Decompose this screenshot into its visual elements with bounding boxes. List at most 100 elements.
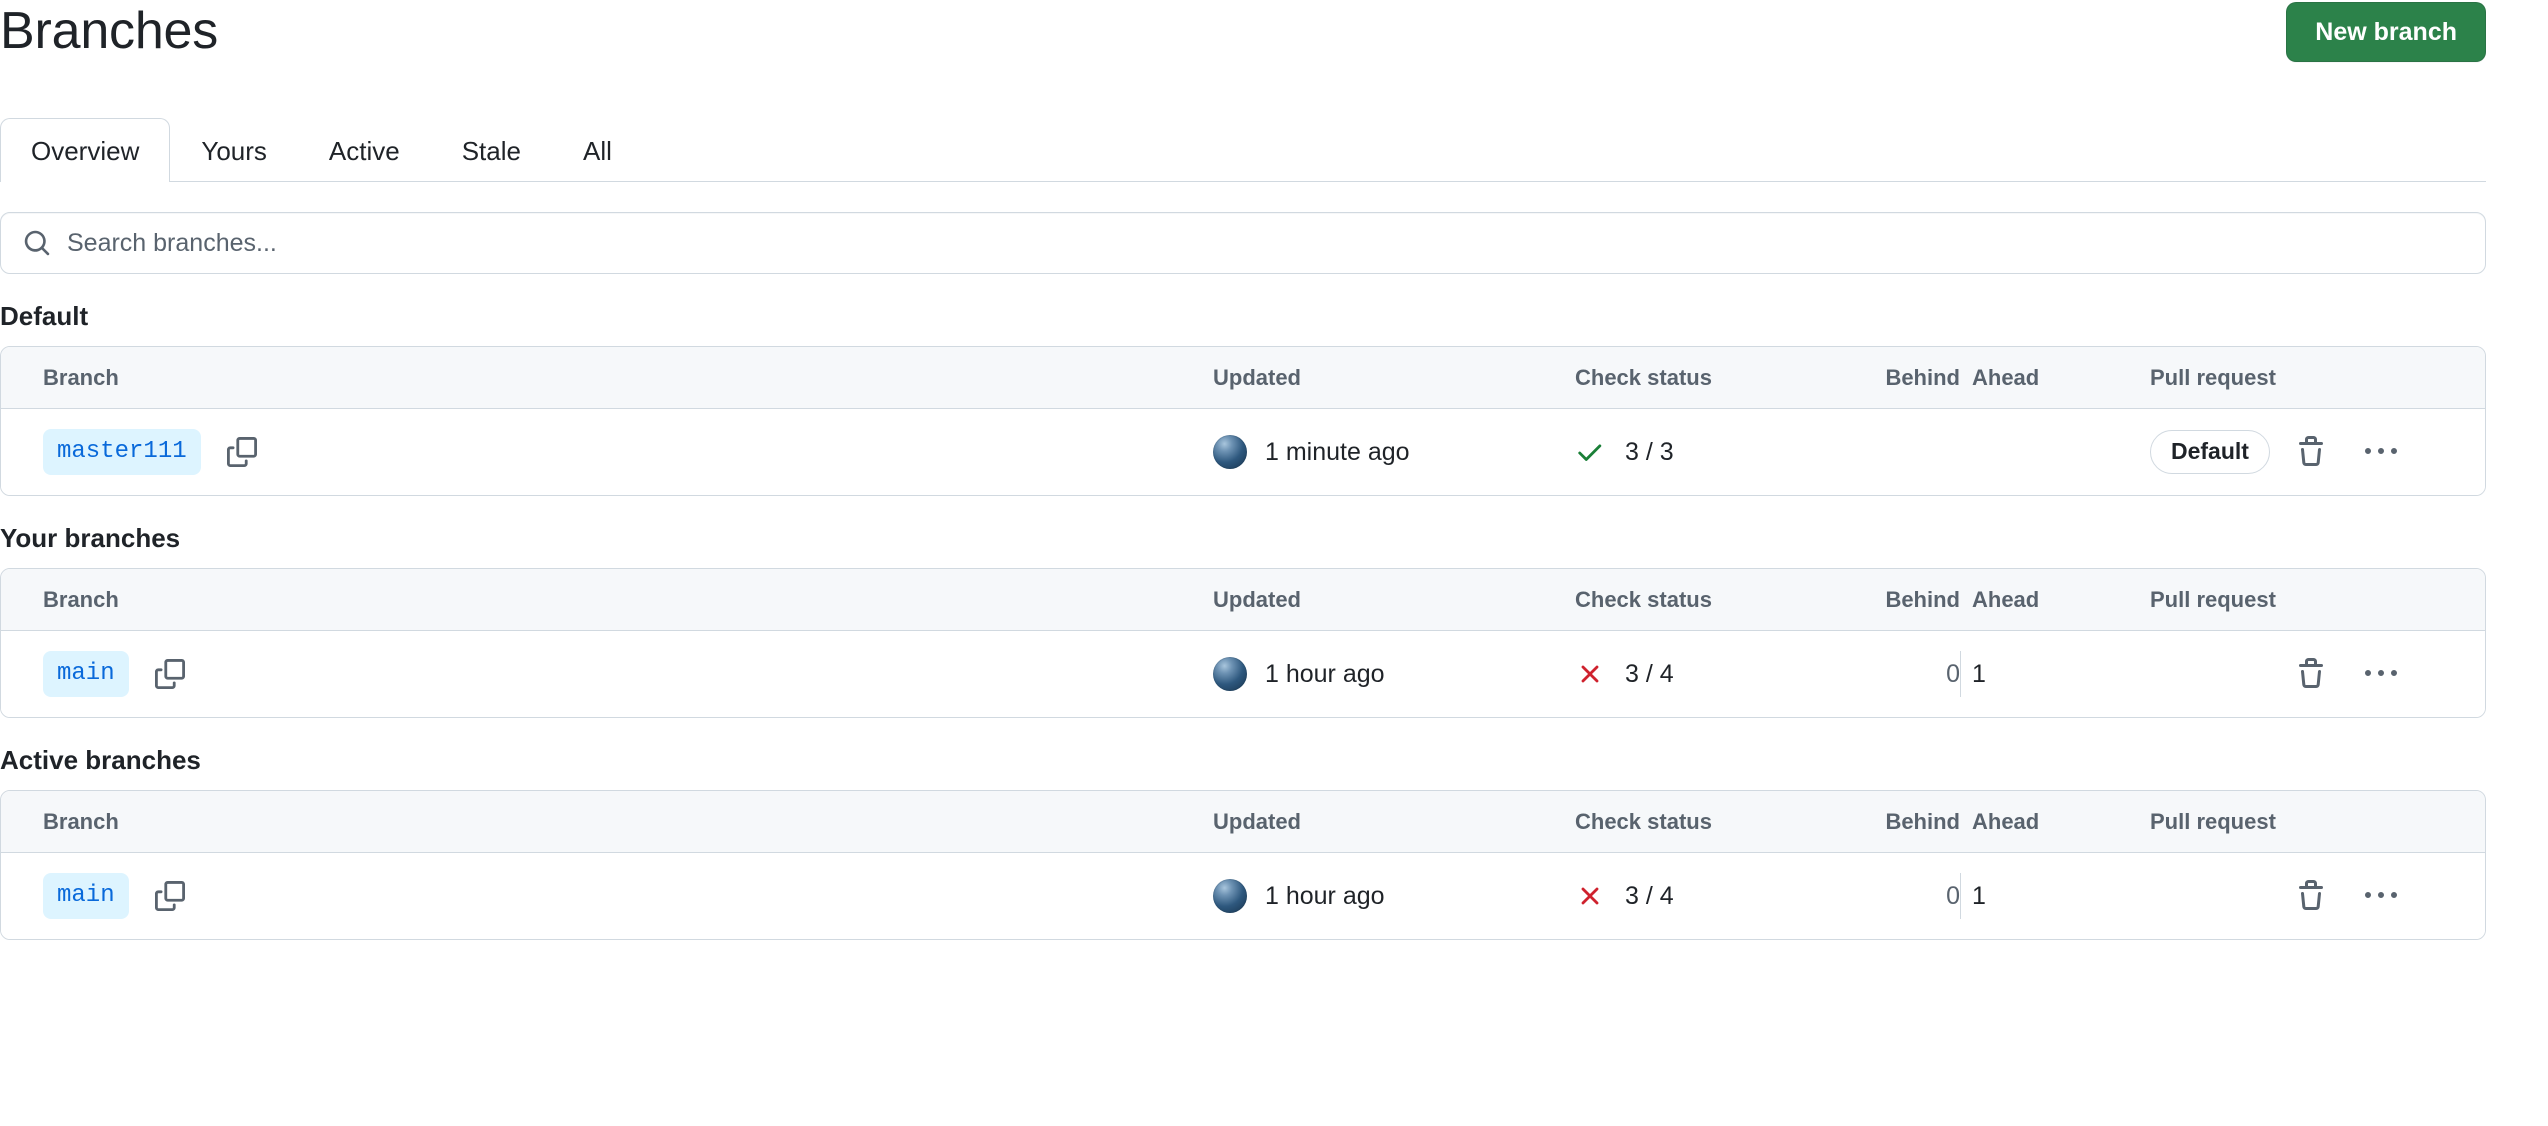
table-header-row: Branch Updated Check status Behind Ahead… (1, 569, 2485, 631)
behind-count: 0 (1946, 881, 1960, 910)
tab-label: All (582, 135, 612, 166)
section-title: Default (0, 301, 89, 331)
ahead-cell[interactable]: 1 (1960, 660, 2150, 689)
branch-cell: master111 (1, 429, 1213, 475)
tab-all[interactable]: All (552, 118, 643, 182)
trash-icon (2299, 436, 2323, 466)
column-header-pull-request: Pull request (2150, 364, 2276, 390)
column-header-updated: Updated (1213, 808, 1301, 834)
check-status-cell[interactable]: 3 / 4 (1575, 881, 1860, 911)
delete-branch-button[interactable] (2295, 436, 2327, 468)
column-header-branch: Branch (43, 808, 119, 834)
branches-table: Branch Updated Check status Behind Ahead… (0, 346, 2486, 496)
section-title: Your branches (0, 523, 181, 553)
branches-table: Branch Updated Check status Behind Ahead… (0, 790, 2486, 940)
column-header-branch: Branch (43, 364, 119, 390)
column-header-check-status: Check status (1575, 808, 1712, 834)
column-header-branch: Branch (43, 586, 119, 612)
behind-count: 0 (1946, 659, 1960, 688)
section-title: Active branches (0, 745, 201, 775)
column-header-pull-request: Pull request (2150, 808, 2276, 834)
column-header-pull-request: Pull request (2150, 586, 2276, 612)
column-header-ahead: Ahead (1960, 365, 2150, 391)
table-row: main 1 hour ago 3 / 4 0 1 (1, 853, 2485, 939)
tab-stale[interactable]: Stale (431, 118, 552, 182)
updated-time: 1 hour ago (1265, 881, 1385, 910)
tab-label: Overview (31, 135, 140, 166)
column-header-behind: Behind (1885, 808, 1960, 834)
column-header-check-status: Check status (1575, 364, 1712, 390)
table-header-row: Branch Updated Check status Behind Ahead… (1, 347, 2485, 409)
updated-cell: 1 hour ago (1213, 657, 1575, 691)
copy-branch-name-button[interactable] (154, 881, 185, 911)
column-header-ahead: Ahead (1960, 587, 2150, 613)
trash-icon (2299, 658, 2323, 688)
branch-cell: main (1, 651, 1213, 697)
column-header-behind: Behind (1885, 364, 1960, 390)
row-actions (2295, 880, 2485, 912)
check-status-cell[interactable]: 3 / 3 (1575, 437, 1860, 467)
copy-icon (154, 659, 185, 689)
branches-page: Branches New branch Overview Yours Activ… (0, 0, 2548, 1126)
copy-branch-name-button[interactable] (226, 437, 257, 467)
column-header-behind: Behind (1885, 586, 1960, 612)
branches-table: Branch Updated Check status Behind Ahead… (0, 568, 2486, 718)
behind-cell[interactable]: 0 (1860, 660, 1960, 689)
copy-icon (226, 437, 257, 467)
updated-cell: 1 minute ago (1213, 435, 1575, 469)
branch-name-link[interactable]: main (43, 651, 129, 697)
check-count: 3 / 3 (1625, 437, 1674, 466)
tab-label: Yours (201, 135, 267, 166)
search-branches-field[interactable] (0, 212, 2486, 274)
avatar (1213, 657, 1247, 691)
table-row: master111 1 minute ago 3 / 3 Default (1, 409, 2485, 495)
tab-yours[interactable]: Yours (170, 118, 298, 182)
check-count: 3 / 4 (1625, 881, 1674, 910)
copy-icon (154, 881, 185, 911)
column-header-ahead: Ahead (1960, 809, 2150, 835)
row-actions (2295, 658, 2485, 690)
behind-cell[interactable]: 0 (1860, 882, 1960, 911)
pull-request-cell: Default (2150, 430, 2295, 474)
avatar (1213, 435, 1247, 469)
updated-cell: 1 hour ago (1213, 879, 1575, 913)
more-options-button[interactable] (2365, 436, 2397, 468)
table-row: main 1 hour ago 3 / 4 0 1 (1, 631, 2485, 717)
delete-branch-button[interactable] (2295, 880, 2327, 912)
column-header-updated: Updated (1213, 364, 1301, 390)
branch-cell: main (1, 873, 1213, 919)
section-default: Default Branch Updated Check status Behi… (0, 300, 2486, 496)
row-actions (2295, 436, 2485, 468)
tab-overview[interactable]: Overview (0, 118, 171, 183)
check-count: 3 / 4 (1625, 659, 1674, 688)
column-header-check-status: Check status (1575, 586, 1712, 612)
trash-icon (2299, 880, 2323, 910)
updated-time: 1 hour ago (1265, 659, 1385, 688)
ahead-cell[interactable]: 1 (1960, 882, 2150, 911)
kebab-menu-icon (2365, 448, 2397, 454)
delete-branch-button[interactable] (2295, 658, 2327, 690)
search-input[interactable] (67, 228, 2463, 258)
more-options-button[interactable] (2365, 658, 2397, 690)
check-status-cell[interactable]: 3 / 4 (1575, 659, 1860, 689)
tab-active[interactable]: Active (298, 118, 431, 182)
table-header-row: Branch Updated Check status Behind Ahead… (1, 791, 2485, 853)
avatar (1213, 879, 1247, 913)
branch-name-link[interactable]: main (43, 873, 129, 919)
copy-branch-name-button[interactable] (154, 659, 185, 689)
search-icon (23, 229, 51, 257)
column-header-updated: Updated (1213, 586, 1301, 612)
kebab-menu-icon (2365, 892, 2397, 898)
page-header: Branches New branch (0, 0, 2486, 66)
section-your-branches: Your branches Branch Updated Check statu… (0, 522, 2486, 718)
page-title: Branches (0, 2, 219, 60)
new-branch-button[interactable]: New branch (2286, 2, 2486, 62)
more-options-button[interactable] (2365, 880, 2397, 912)
updated-time: 1 minute ago (1265, 437, 1410, 466)
ahead-count: 1 (1972, 881, 1986, 910)
section-active-branches: Active branches Branch Updated Check sta… (0, 744, 2486, 940)
ahead-count: 1 (1972, 659, 1986, 688)
kebab-menu-icon (2365, 670, 2397, 676)
branch-name-link[interactable]: master111 (43, 429, 201, 475)
check-failure-icon (1581, 887, 1599, 905)
